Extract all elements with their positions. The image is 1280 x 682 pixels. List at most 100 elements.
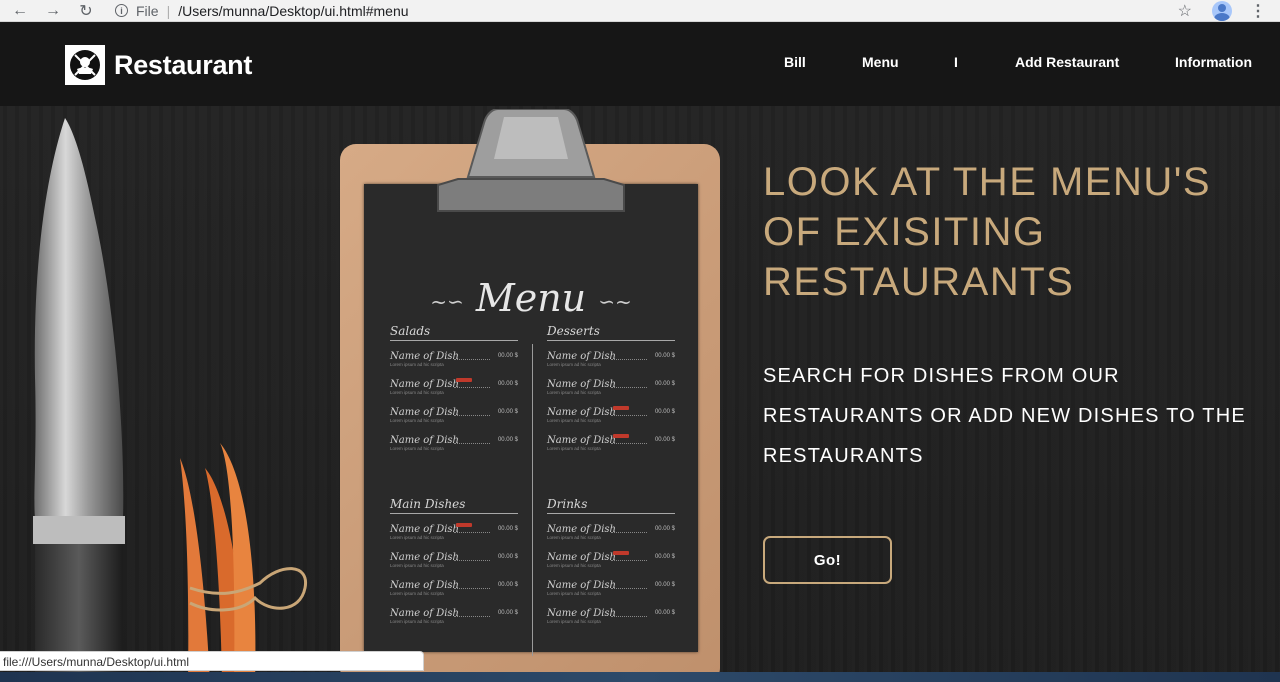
knife-image [33,118,125,672]
dish-price: 00.00 $ [497,582,518,588]
dish-leader-dots [611,359,647,360]
menu-dish: Name of Dish 00.00 $ Lorem ipsum ad hic sc… [390,407,518,425]
go-button[interactable]: Go! [763,536,892,584]
dish-description: Lorem ipsum ad hic scripta [390,591,444,596]
menu-section-title: Main Dishes [390,497,518,514]
dish-leader-dots [611,588,647,589]
dish-description: Lorem ipsum ad hic scripta [390,390,444,395]
clipboard: ~∽ Menu ∽~ Salads Name of Dish 00.00 $ Lore… [340,109,720,672]
dish-leader-dots [454,532,490,533]
dish-leader-dots [454,443,490,444]
dish-description: Lorem ipsum ad hic scripta [547,446,601,451]
desktop-strip [0,672,1280,682]
dish-price: 00.00 $ [497,353,518,359]
site-navbar: Restaurant Bill Menu I Add Restaurant In… [0,23,1280,106]
nav-add-restaurant[interactable]: Add Restaurant [1015,54,1119,70]
hero-title: LOOK AT THE MENU'S OF EXISITING RESTAURA… [763,160,1212,304]
menu-section: Desserts Name of Dish 00.00 $ Lorem ipsum a… [547,324,675,453]
menu-board-title: ~∽ Menu ∽~ [364,276,698,320]
dish-price: 00.00 $ [654,526,675,532]
menu-section-title: Salads [390,324,518,341]
dish-badge [613,551,629,555]
menu-dish: Name of Dish 00.00 $ Lorem ipsum ad hic sc… [547,379,675,397]
forward-icon[interactable]: → [42,2,64,20]
dish-description: Lorem ipsum ad hic scripta [547,418,601,423]
browser-toolbar: ← → ↻ i File | /Users/munna/Desktop/ui.h… [0,0,1280,22]
menu-board: ~∽ Menu ∽~ Salads Name of Dish 00.00 $ Lore… [364,184,698,656]
brand[interactable]: Restaurant [65,45,252,85]
back-icon[interactable]: ← [9,2,31,20]
dish-description: Lorem ipsum ad hic scripta [547,390,601,395]
menu-dish: Name of Dish 00.00 $ Lorem ipsum ad hic sc… [390,552,518,570]
dish-description: Lorem ipsum ad hic scripta [547,591,601,596]
menu-dish: Name of Dish 00.00 $ Lorem ipsum ad hic sc… [547,524,675,542]
dish-price: 00.00 $ [654,554,675,560]
bookmark-star-icon[interactable]: ☆ [1178,1,1192,21]
dish-badge [456,378,472,382]
dish-price: 00.00 $ [497,409,518,415]
dish-price: 00.00 $ [654,409,675,415]
menu-dish: Name of Dish 00.00 $ Lorem ipsum ad hic sc… [547,608,675,626]
hero-subtitle: SEARCH FOR DISHES FROM OUR RESTAURANTS O… [763,365,1246,467]
dish-price: 00.00 $ [654,582,675,588]
brand-name: Restaurant [114,49,253,80]
menu-dish: Name of Dish 00.00 $ Lorem ipsum ad hic sc… [390,608,518,626]
address-separator: | [166,2,171,19]
dish-leader-dots [454,588,490,589]
dish-leader-dots [611,443,647,444]
nav-i[interactable]: I [954,54,958,70]
nav-bill[interactable]: Bill [784,54,806,70]
kebab-menu-icon[interactable]: ⋮ [1250,1,1266,21]
menu-dish: Name of Dish 00.00 $ Lorem ipsum ad hic sc… [390,435,518,453]
carrots-image [180,443,307,672]
dish-price: 00.00 $ [497,554,518,560]
dish-description: Lorem ipsum ad hic scripta [390,619,444,624]
dish-price: 00.00 $ [654,381,675,387]
dish-leader-dots [611,616,647,617]
nav-menu[interactable]: Menu [862,54,899,70]
address-bar[interactable]: i File | /Users/munna/Desktop/ui.html#me… [115,0,409,22]
menu-dish: Name of Dish 00.00 $ Lorem ipsum ad hic sc… [547,351,675,369]
dish-price: 00.00 $ [497,610,518,616]
page: ~∽ Menu ∽~ Salads Name of Dish 00.00 $ Lore… [0,23,1280,672]
dish-description: Lorem ipsum ad hic scripta [390,446,444,451]
dish-leader-dots [454,616,490,617]
menu-dish: Name of Dish 00.00 $ Lorem ipsum ad hic sc… [390,351,518,369]
dish-leader-dots [611,560,647,561]
status-bar: file:///Users/munna/Desktop/ui.html [0,651,424,671]
menu-section: Salads Name of Dish 00.00 $ Lorem ipsum ad … [390,324,518,453]
menu-dish: Name of Dish 00.00 $ Lorem ipsum ad hic sc… [390,523,518,542]
flourish-left-icon: ~∽ [430,289,464,314]
dish-price: 00.00 $ [497,437,518,443]
dish-description: Lorem ipsum ad hic scripta [547,619,601,624]
dish-description: Lorem ipsum ad hic scripta [390,535,444,540]
flourish-right-icon: ∽~ [598,289,632,314]
dish-price: 00.00 $ [654,353,675,359]
dish-badge [456,523,472,527]
info-icon[interactable]: i [115,4,128,17]
menu-section: Main Dishes Name of Dish 00.00 $ Lorem ipsu… [390,497,518,626]
chef-logo-icon [65,45,105,85]
dish-description: Lorem ipsum ad hic scripta [390,563,444,568]
profile-avatar[interactable] [1212,1,1232,21]
url-text[interactable]: /Users/munna/Desktop/ui.html#menu [178,3,408,19]
menu-divider [532,344,533,656]
dish-price: 00.00 $ [497,381,518,387]
menu-section-title: Drinks [547,497,675,514]
dish-leader-dots [611,415,647,416]
nav-information[interactable]: Information [1175,54,1252,70]
menu-dish: Name of Dish 00.00 $ Lorem ipsum ad hic sc… [547,434,675,453]
dish-leader-dots [454,359,490,360]
dish-leader-dots [454,560,490,561]
reload-icon[interactable]: ↻ [75,2,97,20]
dish-description: Lorem ipsum ad hic scripta [547,563,601,568]
menu-dish: Name of Dish 00.00 $ Lorem ipsum ad hic sc… [547,551,675,570]
dish-price: 00.00 $ [654,437,675,443]
dish-description: Lorem ipsum ad hic scripta [547,535,601,540]
menu-dish: Name of Dish 00.00 $ Lorem ipsum ad hic sc… [547,580,675,598]
dish-badge [613,406,629,410]
clipboard-clip [437,109,625,212]
dish-description: Lorem ipsum ad hic scripta [547,362,601,367]
dish-price: 00.00 $ [654,610,675,616]
dish-leader-dots [454,415,490,416]
